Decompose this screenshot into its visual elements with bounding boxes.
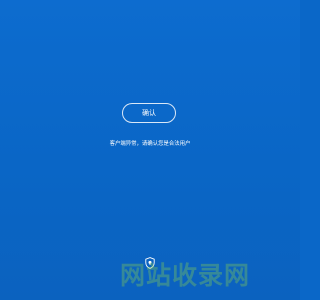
confirm-button[interactable]: 确认 [122, 103, 176, 123]
verification-page: 确认 客户端异常，请确认您是合法用户 网站收录网 [0, 0, 300, 300]
client-error-message: 客户端异常，请确认您是合法用户 [109, 141, 191, 147]
watermark-logo: 网站收录网 [120, 261, 251, 290]
